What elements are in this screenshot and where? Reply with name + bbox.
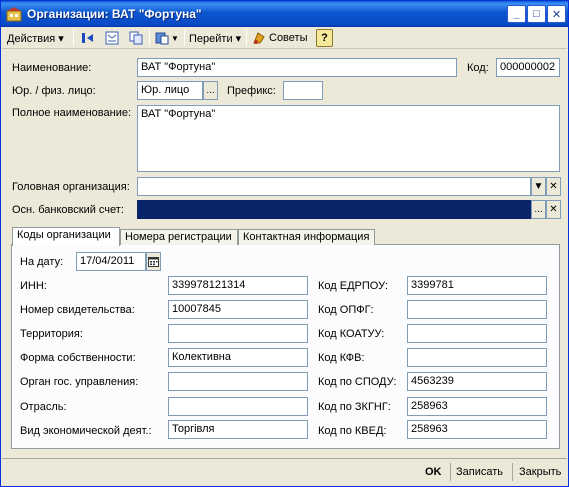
koatuu-code-label: Код КОАТУУ: [318, 328, 385, 340]
arrow-left-icon [82, 33, 93, 43]
inn-label: ИНН: [20, 280, 47, 292]
prefix-field[interactable] [283, 81, 323, 100]
go-back-button[interactable] [81, 29, 95, 47]
copy-icon [129, 31, 143, 45]
industry-label: Отрасль: [20, 401, 67, 413]
opfg-code-field[interactable] [407, 300, 547, 319]
toolbar-separator [149, 30, 150, 46]
certificate-number-field[interactable]: 10007845 [168, 300, 308, 319]
spodu-code-field[interactable]: 4563239 [407, 372, 547, 391]
bank-account-field[interactable] [137, 200, 531, 219]
head-org-dropdown-button[interactable]: ▼ [531, 177, 546, 196]
date-field[interactable]: 17/04/2011 [76, 252, 146, 271]
gov-authority-field[interactable] [168, 372, 308, 391]
code-field[interactable]: 000000002 [496, 58, 560, 77]
date-label: На дату: [20, 256, 64, 268]
structure-icon [105, 31, 119, 45]
edrpou-code-label: Код ЕДРПОУ: [318, 280, 388, 292]
code-label: Код: [467, 62, 489, 74]
window-title: Организации: ВАТ "Фортуна" [27, 7, 202, 21]
footer-separator [512, 463, 513, 481]
kfv-code-label: Код КФВ: [318, 352, 365, 364]
gov-authority-label: Орган гос. управления: [20, 376, 139, 388]
kved-code-label: Код по КВЕД: [318, 425, 387, 437]
tab-org-codes[interactable]: Коды организации [12, 227, 120, 246]
ownership-form-field[interactable]: Колективна [168, 348, 308, 367]
full-name-label: Полное наименование: [12, 107, 132, 119]
koatuu-code-field[interactable] [407, 324, 547, 343]
kved-code-field[interactable]: 258963 [407, 420, 547, 439]
organization-app-icon [6, 7, 22, 22]
save-button[interactable]: Записать [456, 463, 503, 481]
footer-separator [450, 463, 451, 481]
calendar-button[interactable] [146, 252, 161, 271]
spodu-code-label: Код по СПОДУ: [318, 376, 397, 388]
head-org-clear-button[interactable]: ✕ [546, 177, 561, 196]
bank-account-select-button[interactable]: ... [531, 200, 546, 219]
goto-menu[interactable]: Перейти ▾ [189, 29, 241, 47]
tab-contact-info[interactable]: Контактная информация [238, 229, 375, 245]
inn-field[interactable]: 339978121314 [168, 276, 308, 295]
edrpou-code-field[interactable]: 3399781 [407, 276, 547, 295]
organization-window: Организации: ВАТ "Фортуна" _ □ ✕ Действи… [0, 0, 569, 487]
kfv-code-field[interactable] [407, 348, 547, 367]
toolbar-separator [184, 30, 185, 46]
close-window-button[interactable]: ✕ [547, 5, 566, 23]
certificate-number-label: Номер свидетельства: [20, 304, 135, 316]
zkgng-code-label: Код по ЗКГНГ: [318, 401, 391, 413]
ownership-form-label: Форма собственности: [20, 352, 136, 364]
tips-icon [253, 32, 265, 44]
ok-button[interactable]: OK [425, 463, 442, 481]
bank-account-label: Осн. банковский счет: [12, 204, 124, 216]
help-button[interactable]: ? [316, 29, 333, 47]
zkgng-code-field[interactable]: 258963 [407, 397, 547, 416]
economic-activity-field[interactable]: Торгівля [168, 420, 308, 439]
opfg-code-label: Код ОПФГ: [318, 304, 374, 316]
toolbar-separator [73, 30, 74, 46]
print-menu-button[interactable]: ▼ [155, 29, 179, 47]
name-field[interactable]: ВАТ "Фортуна" [137, 58, 457, 77]
toolbar: Действия ▾ ▼ Перейти ▾ Советы ? [2, 27, 567, 49]
footer-divider [2, 458, 567, 459]
report-icon [155, 32, 169, 45]
territory-label: Территория: [20, 328, 83, 340]
chevron-down-icon: ▼ [171, 33, 179, 43]
clear-icon: ✕ [549, 181, 558, 192]
clear-icon: ✕ [549, 204, 558, 215]
calendar-icon [148, 257, 159, 267]
title-bar[interactable]: Организации: ВАТ "Фортуна" _ □ ✕ [1, 1, 568, 27]
prefix-label: Префикс: [227, 85, 276, 97]
bank-account-clear-button[interactable]: ✕ [546, 200, 561, 219]
toolbar-separator [246, 30, 247, 46]
entity-type-field[interactable]: Юр. лицо [137, 81, 203, 100]
head-org-field[interactable] [137, 177, 531, 196]
tab-registration-numbers[interactable]: Номера регистрации [120, 229, 238, 245]
name-label: Наименование: [12, 62, 92, 74]
maximize-button[interactable]: □ [527, 5, 546, 23]
full-name-textarea[interactable]: ВАТ "Фортуна" [137, 105, 560, 172]
close-button[interactable]: Закрыть [519, 463, 561, 481]
tips-button[interactable]: Советы [252, 29, 307, 47]
minimize-button[interactable]: _ [507, 5, 526, 23]
actions-menu[interactable]: Действия ▾ [7, 29, 64, 47]
industry-field[interactable] [168, 397, 308, 416]
entity-type-select-button[interactable]: ... [203, 81, 218, 100]
structure-button[interactable] [105, 29, 119, 47]
territory-field[interactable] [168, 324, 308, 343]
copy-button[interactable] [129, 29, 143, 47]
head-org-label: Головная организация: [12, 181, 130, 193]
tab-panel-codes [11, 244, 560, 449]
dropdown-arrow-icon: ▼ [533, 181, 544, 192]
tips-label: Советы [269, 32, 308, 44]
economic-activity-label: Вид экономической деят.: [20, 425, 152, 437]
entity-type-label: Юр. / физ. лицо: [12, 85, 96, 97]
